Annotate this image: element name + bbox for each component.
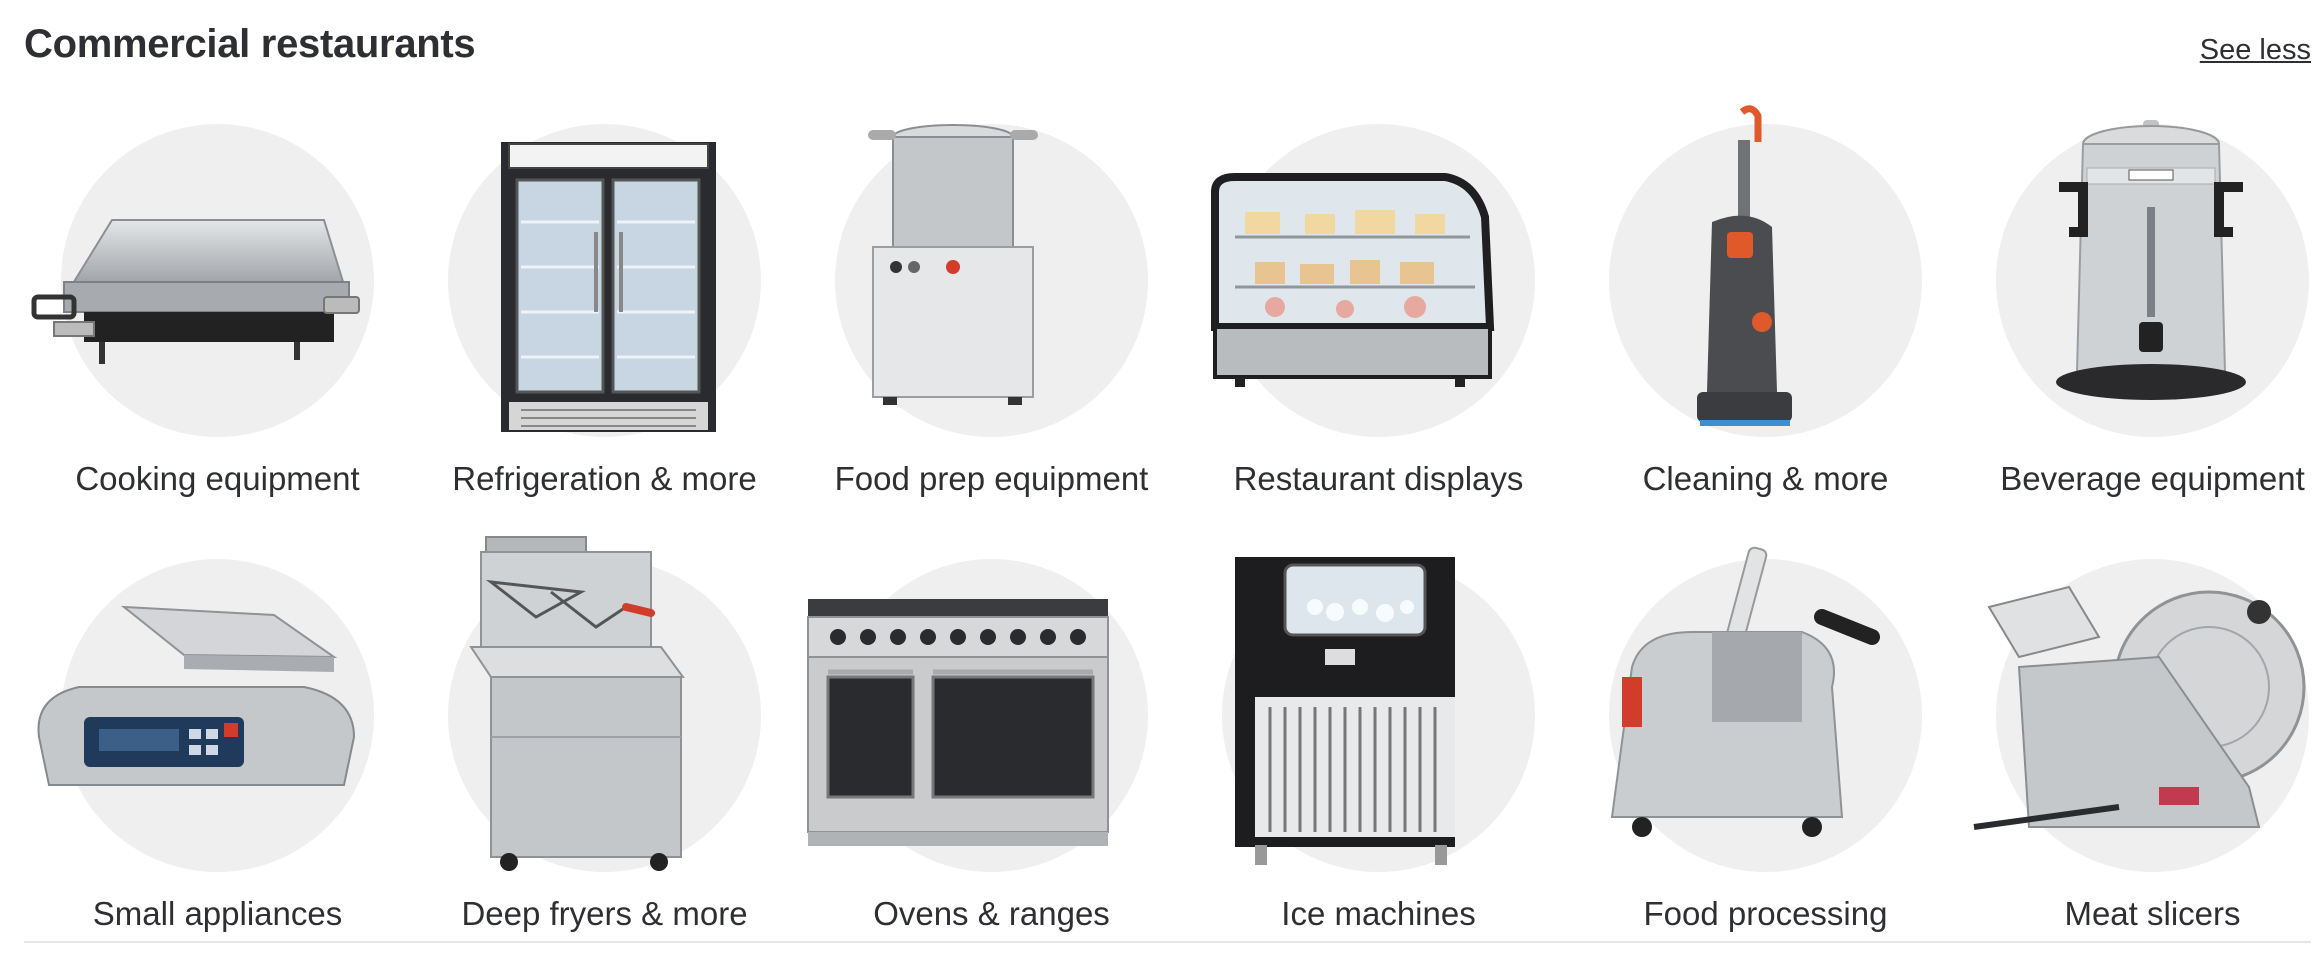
refrigerator-icon	[501, 142, 716, 432]
griddle-icon	[31, 219, 360, 364]
category-tile-restaurant-displays[interactable]: Restaurant displays	[1185, 102, 1572, 537]
display-case-icon	[1211, 173, 1495, 387]
ice-machine-icon	[1235, 557, 1455, 865]
category-tile-ovens-ranges[interactable]: Ovens & ranges	[798, 537, 1185, 972]
vacuum-icon	[1697, 105, 1792, 426]
category-tile-deep-fryers[interactable]: Deep fryers & more	[411, 536, 798, 972]
category-label: Cleaning & more	[1642, 460, 1889, 497]
deep-fryer-icon	[469, 536, 685, 871]
food-processor-icon	[1610, 546, 1880, 837]
category-tile-small-appliances[interactable]: Small appliances	[24, 537, 411, 972]
category-label: Small appliances	[92, 895, 343, 932]
category-row: Small appliances Deep fryers & more Oven…	[24, 536, 2311, 972]
category-label: Restaurant displays	[1233, 460, 1524, 497]
section-header: Commercial restaurants See less	[24, 22, 2311, 82]
category-label: Deep fryers & more	[461, 895, 748, 932]
category-tile-food-processing[interactable]: Food processing	[1572, 537, 1959, 972]
category-tile-beverage[interactable]: Beverage equipment	[1959, 102, 2320, 537]
category-label: Meat slicers	[2064, 895, 2241, 932]
see-less-link[interactable]: See less	[2200, 34, 2311, 67]
category-label: Ovens & ranges	[873, 895, 1110, 932]
food-prep-machine-icon	[868, 124, 1038, 405]
category-label: Cooking equipment	[75, 460, 360, 497]
category-label: Ice machines	[1281, 895, 1476, 932]
category-label: Food prep equipment	[834, 460, 1149, 497]
meat-slicer-icon	[1973, 585, 2306, 830]
category-tile-cooking-equipment[interactable]: Cooking equipment	[24, 102, 411, 537]
category-tile-food-prep[interactable]: Food prep equipment	[798, 102, 1185, 537]
category-grid: Cooking equipment Refrigeration & more F…	[24, 102, 2311, 972]
scale-icon	[37, 605, 356, 786]
category-label: Refrigeration & more	[452, 460, 757, 497]
category-tile-ice-machines[interactable]: Ice machines	[1185, 537, 1572, 972]
category-label: Food processing	[1643, 895, 1888, 932]
section-title: Commercial restaurants	[24, 22, 476, 66]
category-label: Beverage equipment	[2000, 460, 2305, 497]
category-tile-cleaning[interactable]: Cleaning & more	[1572, 102, 1959, 537]
category-tile-meat-slicers[interactable]: Meat slicers	[1959, 537, 2320, 972]
section-divider	[24, 941, 2311, 943]
category-tile-refrigeration[interactable]: Refrigeration & more	[411, 102, 798, 537]
coffee-urn-icon	[2056, 120, 2246, 400]
category-row: Cooking equipment Refrigeration & more F…	[24, 102, 2311, 537]
range-oven-icon	[807, 599, 1109, 846]
